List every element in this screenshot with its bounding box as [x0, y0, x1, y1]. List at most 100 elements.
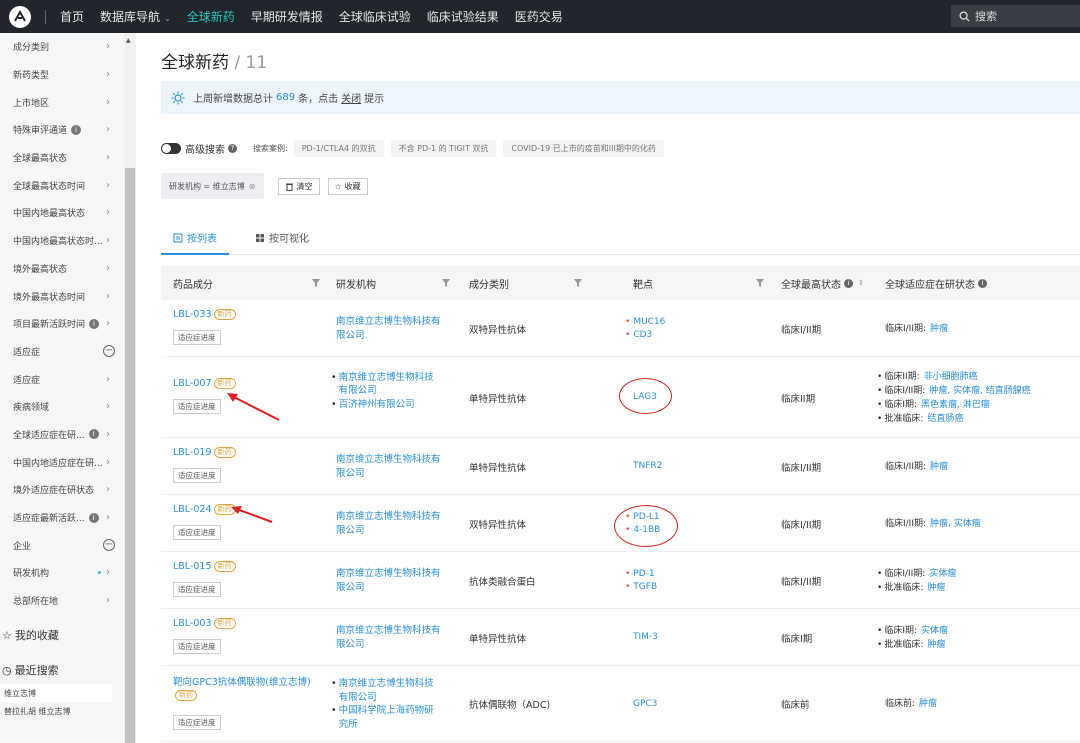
column-header[interactable]: 靶点	[633, 266, 653, 300]
indication-disease-link[interactable]: 肿瘤	[919, 699, 937, 709]
org-link[interactable]: 南京维立志博生物科技有限公司	[336, 510, 448, 537]
filter-funnel-icon[interactable]	[755, 278, 765, 291]
column-header[interactable]: 药品成分	[173, 266, 213, 300]
sidebar-filter-item[interactable]: 总部所在地 ›	[0, 587, 136, 615]
indication-disease-link[interactable]: 肿瘤	[930, 462, 948, 472]
drug-name-link[interactable]: 靶向GPC3抗体偶联物(维立志博)	[173, 677, 311, 688]
drug-name-link[interactable]: LBL-003	[173, 618, 212, 629]
advanced-search-toggle[interactable]	[161, 143, 181, 154]
search-example-chip[interactable]: 不含 PD-1 的 TIGIT 双抗	[390, 140, 497, 157]
indication-disease-link[interactable]: 实体瘤	[921, 626, 948, 636]
scroll-up-icon[interactable]: ▲	[126, 37, 131, 44]
info-icon[interactable]: i	[71, 124, 82, 135]
logo[interactable]	[9, 5, 31, 28]
info-icon[interactable]: i	[88, 429, 99, 440]
target-link[interactable]: TNFR2	[633, 460, 662, 473]
indication-progress-button[interactable]: 适应症进度	[173, 398, 221, 414]
indication-disease-link[interactable]: 黑色素瘤, 淋巴瘤	[921, 400, 990, 410]
sidebar-filter-item[interactable]: 中国内地适应症在研... ›	[0, 448, 136, 476]
indication-progress-button[interactable]: 适应症进度	[173, 524, 221, 540]
tab-list[interactable]: 按列表	[161, 221, 229, 255]
table-row[interactable]: LBL-015 新药 适应症进度 南京维立志博生物科技有限公司 抗体类融合蛋白 • PD-1…	[161, 552, 1080, 609]
sidebar-filter-item[interactable]: 新药类型 ›	[0, 61, 136, 89]
info-icon[interactable]: i	[844, 278, 853, 288]
collapse-icon[interactable]: −	[103, 345, 115, 358]
table-row[interactable]: LBL-003 新药 适应症进度 南京维立志博生物科技有限公司 单特异性抗体 TIM-3 临…	[161, 609, 1080, 666]
drug-name-link[interactable]: LBL-007	[173, 378, 212, 389]
sidebar-filter-item[interactable]: 境外最高状态 ›	[0, 255, 136, 283]
sidebar-filter-item[interactable]: 全球适应症在研... i ›	[0, 421, 136, 449]
table-row[interactable]: LBL-019 新药 适应症进度 南京维立志博生物科技有限公司 单特异性抗体 TNFR2 临…	[161, 438, 1080, 495]
sidebar-filter-item[interactable]: 特殊审评通道 i ›	[0, 116, 136, 144]
drug-name-link[interactable]: LBL-024	[173, 504, 212, 515]
column-header[interactable]: 成分类别	[469, 266, 509, 300]
nav-item[interactable]: 临床试验结果	[427, 8, 499, 25]
org-link[interactable]: • 南京维立志博生物科技有限公司	[331, 371, 443, 398]
recent-search-item[interactable]: 维立志博	[0, 684, 112, 703]
org-link[interactable]: 南京维立志博生物科技有限公司	[336, 315, 448, 342]
search-box[interactable]: 搜索	[951, 5, 1080, 27]
sidebar-filter-item[interactable]: 项目最新活跃时间 i ›	[0, 310, 136, 338]
sidebar-scrollbar-thumb[interactable]	[125, 168, 135, 743]
table-row[interactable]: LBL-033 新药 适应症进度 南京维立志博生物科技有限公司 双特异性抗体 • MUC16…	[161, 300, 1080, 357]
sidebar-filter-item[interactable]: 中国内地最高状态时... ›	[0, 227, 136, 255]
indication-disease-link[interactable]: 非小细胞肺癌	[924, 372, 978, 382]
recent-search-item[interactable]: 替拉扎胡 维立志博	[0, 702, 112, 721]
sidebar-filter-item[interactable]: 研发机构 ›	[0, 559, 136, 587]
indication-disease-link[interactable]: 肿瘤	[927, 640, 945, 650]
tab-visual[interactable]: 按可视化	[243, 221, 321, 254]
indication-disease-link[interactable]: 肿瘤, 实体瘤, 结直肠腺癌	[929, 386, 1030, 396]
save-button[interactable]: ☆ 收藏	[327, 177, 368, 195]
sidebar-filter-item[interactable]: 疾病领域 ›	[0, 393, 136, 421]
indication-disease-link[interactable]: 肿瘤	[930, 324, 948, 334]
indication-progress-button[interactable]: 适应症进度	[173, 638, 221, 654]
org-link[interactable]: • 南京维立志博生物科技有限公司	[331, 677, 443, 704]
column-header[interactable]: 研发机构	[336, 266, 376, 300]
info-icon[interactable]: i	[978, 278, 987, 288]
filter-funnel-icon[interactable]	[573, 278, 583, 291]
notice-close-link[interactable]: 关闭	[341, 90, 361, 105]
org-link[interactable]: 南京维立志博生物科技有限公司	[336, 624, 448, 651]
collapse-icon[interactable]: −	[103, 539, 115, 552]
org-link[interactable]: 南京维立志博生物科技有限公司	[336, 567, 448, 594]
nav-item[interactable]: 全球新药	[187, 8, 235, 25]
sidebar-filter-item[interactable]: 适应症 ›	[0, 365, 136, 393]
sidebar-section-header[interactable]: 适应症 −	[0, 338, 136, 366]
filter-funnel-icon[interactable]	[311, 278, 321, 291]
target-link[interactable]: • CD3	[625, 329, 665, 342]
indication-progress-button[interactable]: 适应症进度	[173, 715, 221, 730]
drug-name-link[interactable]: LBL-019	[173, 447, 212, 458]
clear-button[interactable]: 清空	[277, 177, 320, 195]
info-icon[interactable]: i	[88, 512, 99, 523]
table-row[interactable]: 靶向GPC3抗体偶联物(维立志博) 新药 适应症进度 • 南京维立志博生物科技有限公司 •…	[161, 666, 1080, 742]
drug-name-link[interactable]: LBL-033	[173, 309, 212, 320]
help-icon[interactable]: ?	[228, 144, 237, 153]
indication-progress-button[interactable]: 适应症进度	[173, 467, 221, 483]
indication-disease-link[interactable]: 实体瘤	[929, 569, 956, 579]
drug-name-link[interactable]: LBL-015	[173, 561, 212, 572]
sidebar-filter-item[interactable]: 中国内地最高状态 ›	[0, 199, 136, 227]
target-link[interactable]: GPC3	[633, 698, 657, 711]
sidebar-filter-item[interactable]: 全球最高状态时间 ›	[0, 171, 136, 199]
close-icon[interactable]: ⊗	[249, 182, 256, 191]
indication-disease-link[interactable]: 结直肠癌	[927, 414, 963, 424]
sidebar-filter-item[interactable]: 全球最高状态 ›	[0, 144, 136, 172]
sidebar-filter-item[interactable]: 适应症最新活跃... i ›	[0, 504, 136, 532]
org-link[interactable]: • 中国科学院上海药物研究所	[331, 704, 443, 731]
sidebar-section-header[interactable]: 企业 −	[0, 531, 136, 559]
indication-disease-link[interactable]: 肿瘤	[927, 583, 945, 593]
target-link[interactable]: • PD-1	[625, 568, 657, 581]
org-link[interactable]: • 百济神州有限公司	[331, 398, 443, 412]
target-link[interactable]: • MUC16	[625, 316, 665, 329]
org-link[interactable]: 南京维立志博生物科技有限公司	[336, 453, 448, 480]
sidebar-filter-item[interactable]: 上市地区 ›	[0, 88, 136, 116]
nav-item[interactable]: 医药交易	[515, 8, 563, 25]
nav-item[interactable]: 早期研发情报	[251, 8, 323, 25]
indication-progress-button[interactable]: 适应症进度	[173, 581, 221, 597]
sidebar-filter-item[interactable]: 境外适应症在研状态 ›	[0, 476, 136, 504]
sidebar-filter-item[interactable]: 成分类别 ›	[0, 33, 136, 61]
filter-tag[interactable]: 研发机构 = 维立志博 ⊗	[161, 173, 264, 199]
nav-item[interactable]: 数据库导航 ⌄	[100, 8, 171, 25]
column-header[interactable]: 全球最高状态 i ⇕	[781, 266, 864, 300]
nav-item[interactable]: 首页	[60, 8, 84, 25]
